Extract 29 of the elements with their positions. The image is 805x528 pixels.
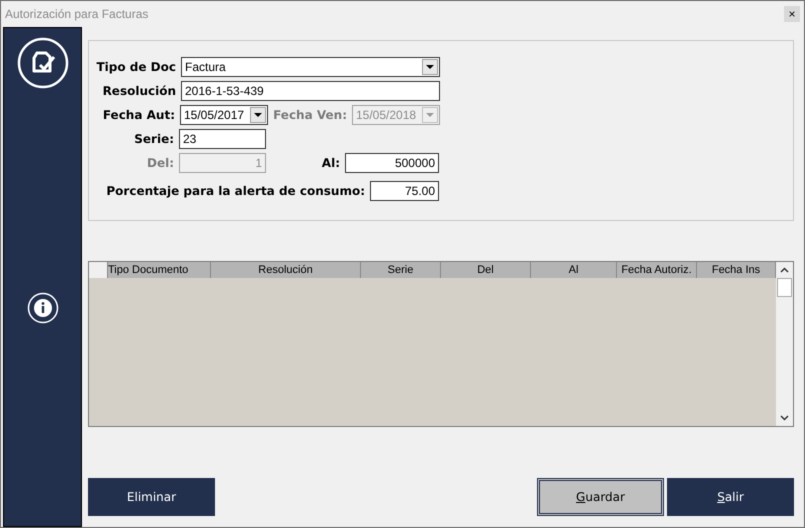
input-field[interactable]: 2016-1-53-439 [181,81,440,101]
header-corner-cell [89,262,108,278]
close-button[interactable]: × [784,6,800,22]
field-label: Al: [320,155,341,172]
window-title: Autorización para Facturas [5,6,148,23]
action-button[interactable]: Salir [667,478,794,516]
input-field[interactable]: 23 [179,129,266,149]
field-label: Serie: [133,131,175,148]
input-field[interactable]: 75.00 [370,181,439,201]
column-header[interactable]: Del [441,262,531,278]
column-header[interactable]: Serie [361,262,441,278]
field-label: Fecha Ven: [272,107,348,124]
column-header[interactable]: Fecha Autoriz. [617,262,697,278]
input-field[interactable]: 500000 [345,153,439,173]
field-label: Tipo de Doc [95,59,177,76]
scroll-thumb[interactable] [777,278,792,297]
field-label: Porcentaje para la alerta de consumo: [105,183,366,200]
field-label: Fecha Aut: [102,107,176,124]
column-header[interactable]: Tipo Documento [108,262,211,278]
dropdown-field[interactable]: Factura [181,57,440,77]
column-header[interactable]: Resolución [211,262,361,278]
date-picker[interactable]: 15/05/2017 [180,105,268,125]
field-label: Resolución [102,83,177,100]
info-icon[interactable] [26,292,58,324]
field-label: Del: [146,155,175,172]
action-button[interactable]: Guardar [537,478,664,516]
action-button[interactable]: Eliminar [88,478,215,516]
column-header[interactable]: Al [531,262,617,278]
document-check-icon[interactable] [16,37,68,89]
